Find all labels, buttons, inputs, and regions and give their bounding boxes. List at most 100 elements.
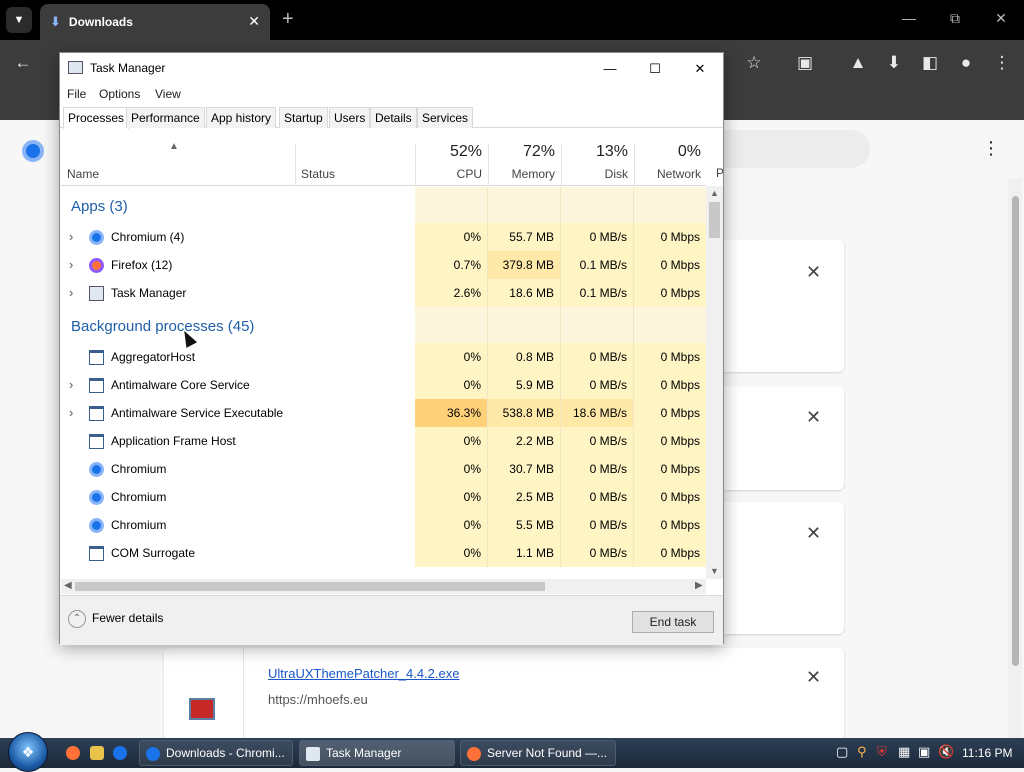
process-row[interactable]: Application Frame Host 0% 2.2 MB 0 MB/s 0 Mb…: [61, 427, 706, 455]
group-header-apps[interactable]: Apps (3): [61, 187, 706, 223]
menu-view[interactable]: View: [155, 87, 181, 101]
column-divider[interactable]: [295, 144, 296, 186]
fewer-details-button[interactable]: ⌃ Fewer details: [68, 610, 163, 628]
process-row[interactable]: COM Surrogate 0% 1.1 MB 0 MB/s 0 Mbps: [61, 539, 706, 567]
remove-download-icon[interactable]: ✕: [806, 667, 821, 688]
column-header-memory[interactable]: 72% Memory: [488, 143, 561, 181]
column-header-network[interactable]: 0% Network: [634, 143, 706, 181]
vertical-scroll-thumb[interactable]: [709, 202, 720, 238]
taskbar-button-task-manager[interactable]: Task Manager: [299, 740, 455, 766]
downloads-icon[interactable]: ⬇: [881, 53, 907, 73]
column-header-name[interactable]: Name: [67, 167, 99, 181]
exe-file-icon: [189, 698, 215, 720]
process-row[interactable]: Chromium 0% 30.7 MB 0 MB/s 0 Mbps: [61, 455, 706, 483]
browser-menu-icon[interactable]: ⋮: [989, 53, 1015, 73]
scroll-down-icon[interactable]: ▼: [710, 566, 719, 576]
expand-chevron-icon[interactable]: ›: [69, 229, 73, 244]
process-row[interactable]: › Task Manager 2.6% 18.6 MB 0.1 MB/s 0 Mbps: [61, 279, 706, 307]
tab-users[interactable]: Users: [329, 107, 371, 128]
cpu-total: 52%: [449, 143, 482, 160]
process-row[interactable]: Chromium 0% 2.5 MB 0 MB/s 0 Mbps: [61, 483, 706, 511]
column-header-disk[interactable]: 13% Disk: [561, 143, 634, 181]
display-tray-icon[interactable]: ▣: [918, 744, 930, 760]
remove-download-icon[interactable]: ✕: [806, 262, 821, 283]
process-name: Antimalware Core Service: [111, 378, 250, 392]
task-manager-titlebar[interactable]: Task Manager — ☐ ✕: [60, 53, 723, 83]
window-close-icon[interactable]: ✕: [986, 10, 1016, 27]
expand-chevron-icon[interactable]: ›: [69, 377, 73, 392]
taskbar-button-firefox[interactable]: Server Not Found —...: [460, 740, 616, 766]
expand-chevron-icon[interactable]: ›: [69, 405, 73, 420]
browser-tab-downloads[interactable]: ⬇ Downloads ✕: [40, 4, 270, 40]
scroll-right-icon[interactable]: ▶: [695, 580, 703, 591]
start-button[interactable]: ❖: [8, 732, 48, 772]
extensions-icon[interactable]: ▣: [792, 53, 818, 73]
close-icon[interactable]: ✕: [680, 56, 720, 82]
volume-muted-icon[interactable]: 🔇: [938, 744, 954, 760]
remove-download-icon[interactable]: ✕: [806, 523, 821, 544]
action-center-icon[interactable]: ▦: [898, 744, 910, 760]
downloads-more-icon[interactable]: ⋮: [982, 138, 1000, 159]
network-tray-icon[interactable]: ▢: [836, 744, 848, 760]
process-row[interactable]: AggregatorHost 0% 0.8 MB 0 MB/s 0 Mbps: [61, 343, 706, 371]
process-row[interactable]: › Antimalware Service Executable 36.3% 538.…: [61, 399, 706, 427]
scroll-left-icon[interactable]: ◀: [64, 580, 72, 591]
sort-caret-icon: ▲: [169, 141, 179, 152]
close-tab-icon[interactable]: ✕: [248, 13, 260, 30]
column-header-power-clipped[interactable]: P: [716, 166, 724, 180]
explorer-quicklaunch-icon[interactable]: [90, 746, 104, 760]
side-panel-icon[interactable]: ◧: [917, 53, 943, 73]
tab-processes[interactable]: Processes: [63, 107, 130, 129]
expand-chevron-icon[interactable]: ›: [69, 285, 73, 300]
maximize-icon[interactable]: ☐: [635, 56, 675, 82]
menu-file[interactable]: File: [67, 87, 86, 101]
search-tray-icon[interactable]: ⚲: [857, 744, 867, 760]
tab-search-button[interactable]: ▼: [6, 7, 32, 33]
back-icon[interactable]: ←: [10, 53, 36, 73]
chevron-down-icon: ▼: [13, 14, 25, 26]
process-row[interactable]: › Chromium (4) 0% 55.7 MB 0 MB/s 0 Mbps: [61, 223, 706, 251]
taskbar-button-downloads[interactable]: Downloads - Chromi...: [139, 740, 293, 766]
chromium-quicklaunch-icon[interactable]: [113, 746, 127, 760]
process-row[interactable]: › Antimalware Core Service 0% 5.9 MB 0 MB/s 0…: [61, 371, 706, 399]
download-file-link[interactable]: UltraUXThemePatcher_4.4.2.exe: [268, 666, 459, 681]
group-header-background[interactable]: Background processes (45): [61, 307, 706, 343]
downloads-search-field[interactable]: [724, 130, 870, 168]
tab-details[interactable]: Details: [370, 107, 417, 128]
tab-performance[interactable]: Performance: [126, 107, 205, 128]
remove-download-icon[interactable]: ✕: [806, 407, 821, 428]
end-task-button[interactable]: End task: [632, 611, 714, 633]
security-shield-icon[interactable]: ⛨: [877, 744, 887, 760]
expand-chevron-icon[interactable]: ›: [69, 257, 73, 272]
column-header-status[interactable]: Status: [301, 167, 335, 181]
process-vertical-scrollbar[interactable]: ▲ ▼: [706, 186, 723, 579]
scroll-up-icon[interactable]: ▲: [710, 188, 719, 198]
process-memory-cell: 379.8 MB: [488, 251, 561, 279]
process-row[interactable]: Chromium 0% 5.5 MB 0 MB/s 0 Mbps: [61, 511, 706, 539]
task-manager-icon: [89, 286, 104, 301]
profile-avatar-icon[interactable]: ●: [953, 53, 979, 73]
process-cpu-cell: 0%: [415, 371, 488, 399]
column-header-cpu[interactable]: 52% CPU: [415, 143, 488, 181]
bookmark-star-icon[interactable]: ☆: [741, 53, 767, 73]
tab-app-history[interactable]: App history: [206, 107, 277, 128]
page-scrollbar[interactable]: [1008, 178, 1022, 738]
labs-flask-icon[interactable]: ▲: [845, 53, 871, 73]
minimize-icon[interactable]: —: [590, 56, 630, 82]
firefox-quicklaunch-icon[interactable]: [66, 746, 80, 760]
tab-services[interactable]: Services: [417, 107, 474, 128]
process-cpu-cell: 0%: [415, 455, 488, 483]
taskbar-clock[interactable]: 11:16 PM: [962, 746, 1012, 760]
process-horizontal-scrollbar[interactable]: ◀ ▶: [61, 579, 706, 594]
page-scroll-thumb[interactable]: [1012, 196, 1019, 666]
restore-icon[interactable]: ⧉: [940, 10, 970, 27]
process-row[interactable]: › Firefox (12) 0.7% 379.8 MB 0.1 MB/s 0 Mbps: [61, 251, 706, 279]
process-disk-cell: 0 MB/s: [561, 511, 634, 539]
group-network-cell: [634, 307, 706, 343]
horizontal-scroll-thumb[interactable]: [75, 582, 545, 591]
tab-startup[interactable]: Startup: [279, 107, 328, 128]
minimize-icon[interactable]: —: [894, 10, 924, 26]
new-tab-button[interactable]: +: [282, 8, 294, 31]
menu-options[interactable]: Options: [99, 87, 140, 101]
process-disk-cell: 0 MB/s: [561, 539, 634, 567]
